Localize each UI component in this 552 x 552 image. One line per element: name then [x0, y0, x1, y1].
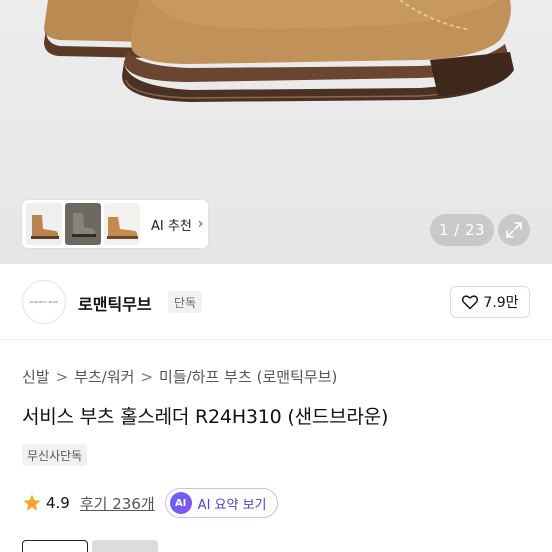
- exclusive-badge: 단독: [168, 291, 203, 313]
- option-swatch-selected[interactable]: [22, 540, 88, 552]
- breadcrumb-item-middle-half-boots[interactable]: 미들/하프 부츠: [159, 366, 252, 387]
- rating-row: 4.9 후기 236개 AI AI 요약 보기: [22, 488, 278, 518]
- breadcrumb: 신발 > 부츠/워커 > 미들/하프 부츠 (로맨틱무브): [22, 366, 337, 387]
- breadcrumb-item-boots-walker[interactable]: 부츠/워커: [74, 366, 134, 387]
- expand-icon[interactable]: [498, 214, 530, 246]
- ai-recommend-button[interactable]: AI 추천 ›: [22, 200, 208, 248]
- product-title: 서비스 부츠 홀스레더 R24H310 (샌드브라운): [22, 406, 389, 428]
- image-counter: 1 / 23: [430, 214, 494, 246]
- breadcrumb-item-shoes[interactable]: 신발: [22, 366, 50, 387]
- like-count: 7.9만: [483, 295, 519, 311]
- like-button[interactable]: 7.9만: [450, 286, 530, 318]
- reviews-link[interactable]: 후기 236개: [80, 493, 155, 514]
- recommend-thumb-3[interactable]: [104, 203, 140, 245]
- recommend-thumb-2[interactable]: [65, 203, 101, 245]
- exclusive-tag: 무신사단독: [22, 444, 88, 466]
- chevron-right-icon: ›: [197, 216, 204, 232]
- product-image-gallery[interactable]: AI 추천 › 1 / 23: [0, 0, 552, 264]
- option-swatch[interactable]: [92, 540, 158, 552]
- recommend-thumb-1[interactable]: [26, 203, 62, 245]
- heart-icon: [462, 295, 479, 310]
- brand-name[interactable]: 로맨틱무브: [78, 291, 152, 315]
- ai-recommend-label[interactable]: AI 추천 ›: [151, 215, 203, 234]
- brand-logo[interactable]: ROMANTIC MOVE: [22, 280, 66, 324]
- ai-summary-button[interactable]: AI AI 요약 보기: [164, 488, 278, 518]
- ai-badge-icon: AI: [169, 492, 192, 514]
- breadcrumb-separator: >: [55, 367, 69, 386]
- ai-recommend-text: AI 추천: [151, 218, 192, 234]
- breadcrumb-separator: >: [140, 367, 154, 386]
- rating-value: 4.9: [46, 494, 70, 512]
- star-icon: [23, 494, 41, 511]
- ai-summary-label: AI 요약 보기: [197, 497, 267, 513]
- brand-logo-text: ROMANTIC MOVE: [29, 300, 59, 304]
- breadcrumb-item-brand[interactable]: (로맨틱무브): [257, 366, 338, 387]
